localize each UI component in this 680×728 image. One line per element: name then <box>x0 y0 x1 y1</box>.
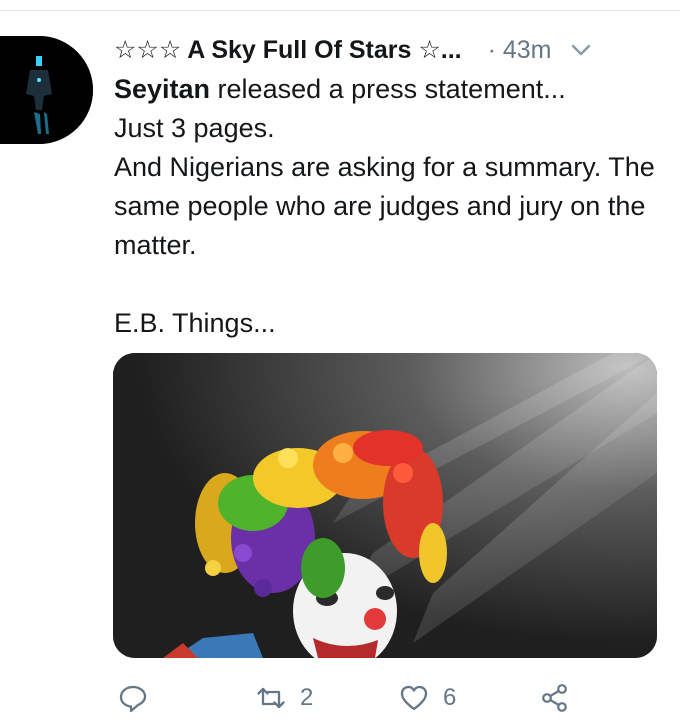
tweet-actions: 2 6 <box>114 676 662 720</box>
chevron-down-icon[interactable] <box>570 39 592 61</box>
timestamp[interactable]: · 43m <box>488 36 552 65</box>
share-icon <box>542 684 567 712</box>
tweet-text: Seyitan released a press statement... Ju… <box>114 70 662 343</box>
clown-photo <box>113 353 657 658</box>
display-name[interactable]: ☆☆☆ A Sky Full Of Stars ☆... <box>114 35 462 65</box>
share-button[interactable] <box>540 676 570 720</box>
avatar[interactable] <box>0 36 93 144</box>
tweet-line: E.B. Things... <box>114 308 276 338</box>
tweet-line: Just 3 pages. <box>114 113 275 143</box>
mention[interactable]: Seyitan <box>114 74 210 104</box>
reply-icon <box>119 685 147 713</box>
retweet-button[interactable]: 2 <box>256 676 313 720</box>
like-button[interactable]: 6 <box>399 676 456 720</box>
tweet-line: And Nigerians are asking for a summary. … <box>114 152 655 260</box>
retweet-icon <box>257 687 285 709</box>
tweet-image[interactable] <box>113 353 657 658</box>
reply-button[interactable] <box>118 676 148 720</box>
retweet-count: 2 <box>300 684 314 711</box>
avatar-figure-icon <box>0 36 93 144</box>
tweet-line: Seyitan released a press statement... <box>114 70 662 109</box>
tweet-header: ☆☆☆ A Sky Full Of Stars ☆... · 43m <box>114 34 662 66</box>
top-divider <box>0 0 680 11</box>
heart-icon <box>400 685 428 711</box>
tweet-line-rest: released a press statement... <box>210 74 566 104</box>
like-count: 6 <box>443 684 457 711</box>
